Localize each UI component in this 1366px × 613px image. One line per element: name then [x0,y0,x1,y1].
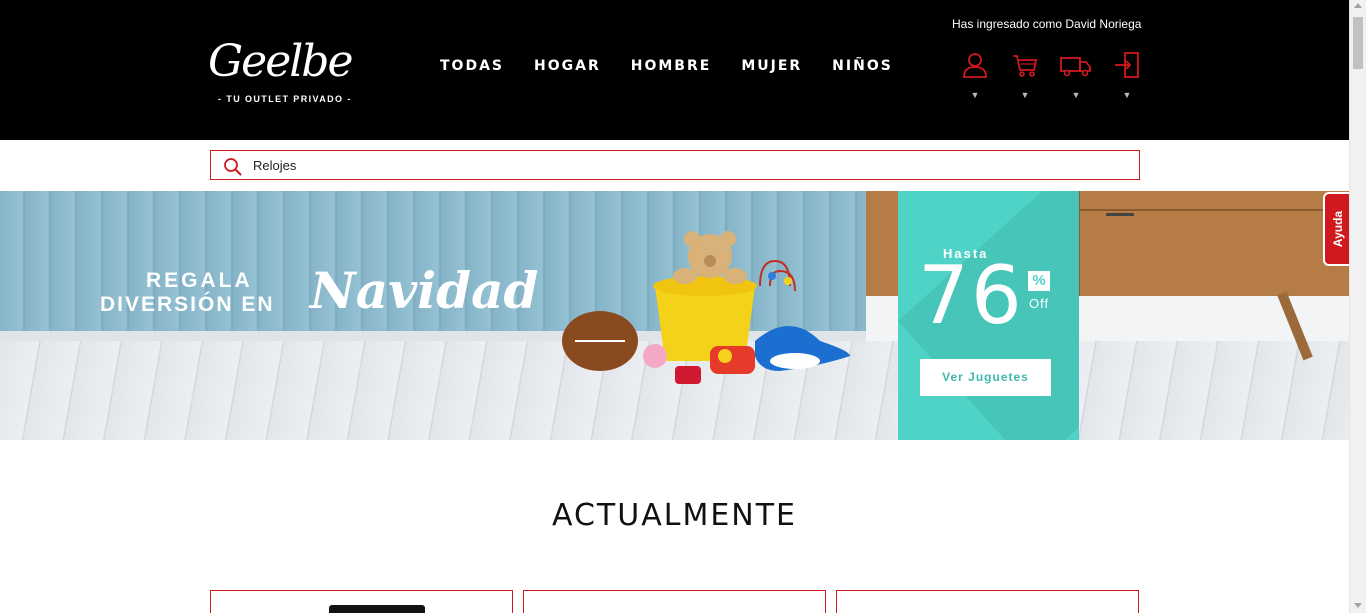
header-icons: ▼ ▼ ▼ ▼ [950,52,1152,100]
search-input[interactable] [253,151,1123,179]
promo-number: 76 [918,249,1024,342]
page-scrollbar[interactable] [1349,0,1366,613]
promo-banner[interactable]: REGALA DIVERSIÓN EN Navidad Hasta 76 % O… [0,191,1349,440]
logout-icon [1115,52,1139,78]
help-tab[interactable]: Ayuda [1323,192,1351,266]
logout-menu[interactable]: ▼ [1102,52,1152,100]
section-title: ACTUALMENTE [551,498,798,533]
sale-card[interactable] [836,590,1139,613]
sale-card[interactable] [210,590,513,613]
cart-menu[interactable]: ▼ [1000,52,1050,100]
chevron-down-icon: ▼ [1122,90,1132,100]
sales-cards [210,590,1149,613]
truck-icon [1060,57,1091,77]
cart-icon [1013,55,1038,77]
logged-in-status: Has ingresado como David Noriega [952,17,1142,31]
banner-headline: REGALA DIVERSIÓN EN Navidad [100,261,538,320]
site-header: Has ingresado como David Noriega Geelbe … [0,0,1349,140]
sale-card[interactable] [523,590,826,613]
banner-line2: DIVERSIÓN EN [100,293,275,316]
search-bar [210,150,1140,180]
promo-panel: Hasta 76 % Off Ver Juguetes [898,191,1079,440]
percent-badge: % [1028,271,1050,291]
search-icon[interactable] [223,157,243,177]
nav-ninos[interactable]: NIÑOS [832,58,893,74]
promo-off-label: Off [1029,296,1050,311]
nav-hogar[interactable]: HOGAR [534,58,601,74]
nav-todas[interactable]: TODAS [440,58,504,74]
scroll-thumb[interactable] [1353,17,1363,69]
chevron-down-icon: ▼ [1071,90,1081,100]
chevron-down-icon: ▼ [1020,90,1030,100]
nav-hombre[interactable]: HOMBRE [631,58,712,74]
account-menu[interactable]: ▼ [950,52,1000,100]
chevron-down-icon: ▼ [970,90,980,100]
scroll-down-arrow[interactable] [1354,603,1362,608]
banner-line1: REGALA [146,269,253,292]
ver-juguetes-button[interactable]: Ver Juguetes [920,359,1051,396]
sale-card-image [329,605,425,613]
toys-illustration [562,231,850,384]
logo-tagline: - TU OUTLET PRIVADO - [218,94,352,104]
scroll-up-arrow[interactable] [1354,3,1362,8]
geelbe-logo[interactable]: Geelbe - TU OUTLET PRIVADO - [208,36,354,105]
shipping-menu[interactable]: ▼ [1050,52,1102,100]
main-nav: TODAS HOGAR HOMBRE MUJER NIÑOS [440,58,923,74]
logo-wordmark: Geelbe [208,36,354,87]
banner-script-text: Navidad [310,261,539,320]
user-icon [963,53,987,78]
nav-mujer[interactable]: MUJER [741,58,802,74]
help-label: Ayuda [1331,210,1345,248]
